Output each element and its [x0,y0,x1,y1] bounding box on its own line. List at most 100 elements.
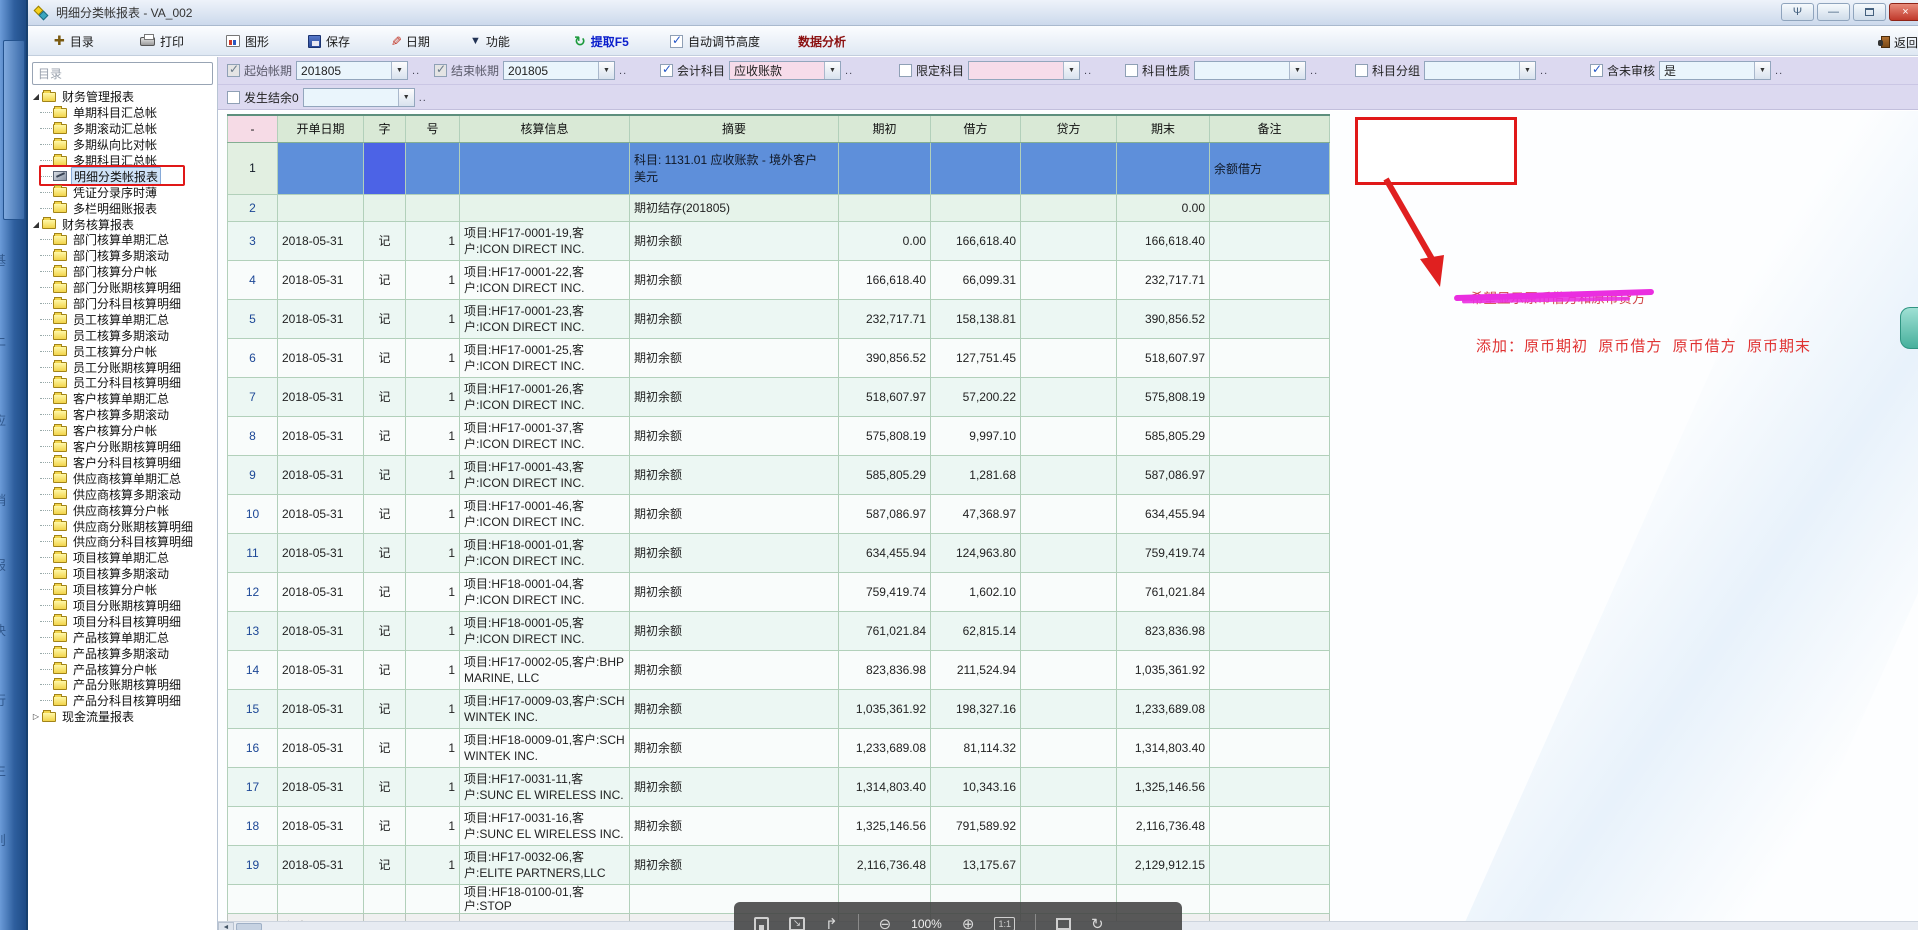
tree-item[interactable]: 部门核算单期汇总 [30,232,217,248]
tree-item[interactable]: 客户核算单期汇总 [30,391,217,407]
tree-item[interactable]: 员工分科目核算明细 [30,375,217,391]
docked-side-strip[interactable]: 基 上 应 销 报 决 行 生 则 [0,0,28,930]
tree-item[interactable]: 部门分账期核算明细 [30,280,217,296]
column-header[interactable]: 期初 [839,115,931,142]
account-header-row[interactable]: 1科目: 1131.01 应收账款 - 境外客户美元余额借方 [228,142,1330,194]
limit-account-select[interactable]: ▼ [968,61,1080,80]
tree-item[interactable]: 产品分科目核算明细 [30,693,217,709]
catalog-search-box[interactable]: 目录 [32,62,213,85]
column-header[interactable]: 核算信息 [460,115,630,142]
table-row[interactable]: 92018-05-31记1项目:HF17-0001-43,客户:ICON DIR… [228,455,1330,494]
expand-icon[interactable]: ▷ [30,712,42,721]
account-select[interactable]: 应收账款▼ [729,61,841,80]
column-header[interactable]: 号 [406,115,460,142]
column-header[interactable]: 贷方 [1021,115,1117,142]
table-row[interactable]: 42018-05-31记1项目:HF17-0001-22,客户:ICON DIR… [228,260,1330,299]
tree-item[interactable]: 产品分账期核算明细 [30,677,217,693]
print-button[interactable]: 打印 [134,26,190,56]
auto-height-checkbox[interactable] [670,35,683,48]
table-row[interactable]: 62018-05-31记1项目:HF17-0001-25,客户:ICON DIR… [228,338,1330,377]
account-checkbox[interactable] [660,64,673,77]
tree-item[interactable]: 供应商分科目核算明细 [30,534,217,550]
tree-item[interactable]: 客户分科目核算明细 [30,454,217,470]
tree-item[interactable]: 项目核算分户帐 [30,582,217,598]
column-header[interactable]: 借方 [931,115,1021,142]
tree-item[interactable]: 员工核算多期滚动 [30,327,217,343]
start-period-checkbox[interactable] [227,64,240,77]
tree-group[interactable]: ◢财务核算报表 [30,216,217,232]
zero-balance-checkbox[interactable] [227,91,240,104]
opening-balance-row[interactable]: 2期初结存(201805)0.00 [228,194,1330,221]
account-nature-checkbox[interactable] [1125,64,1138,77]
export-icon[interactable]: ↘ [789,917,805,930]
data-analysis-button[interactable]: 数据分析 [792,26,852,56]
collapse-icon[interactable]: ◢ [30,92,42,101]
tree-item[interactable]: 项目分科目核算明细 [30,613,217,629]
tree-item[interactable]: 产品核算多期滚动 [30,645,217,661]
share-icon[interactable]: ↱ [825,915,838,930]
end-period-checkbox[interactable] [434,64,447,77]
tree-item[interactable]: 多期纵向比对帐 [30,137,217,153]
table-row[interactable]: 112018-05-31记1项目:HF18-0001-01,客户:ICON DI… [228,533,1330,572]
zero-balance-select[interactable]: ▼ [303,88,415,107]
table-row[interactable]: 102018-05-31记1项目:HF17-0001-46,客户:ICON DI… [228,494,1330,533]
tree-item[interactable]: 产品核算分户帐 [30,661,217,677]
zoom-out-icon[interactable]: ⊖ [879,915,892,930]
scroll-left-icon[interactable]: ◄ [218,922,234,930]
tree-item[interactable]: 员工分账期核算明细 [30,359,217,375]
tree-item[interactable]: 凭证分录序时薄 [30,184,217,200]
tree-item[interactable]: 项目分账期核算明细 [30,598,217,614]
limit-account-checkbox[interactable] [899,64,912,77]
include-unaudited-checkbox[interactable] [1590,64,1603,77]
edge-slide-tab[interactable] [1900,307,1918,349]
save-button[interactable]: 保存 [302,26,356,56]
end-period-select[interactable]: 201805▼ [503,61,615,80]
include-unaudited-select[interactable]: 是▼ [1659,61,1771,80]
maximize-button[interactable] [1853,3,1886,21]
table-row[interactable]: 172018-05-31记1项目:HF17-0031-11,客户:SUNC EL… [228,767,1330,806]
table-row[interactable]: 162018-05-31记1项目:HF18-0009-01,客户:SCH WIN… [228,728,1330,767]
tree-item[interactable]: 供应商核算多期滚动 [30,486,217,502]
zoom-in-icon[interactable]: ⊕ [962,915,975,930]
table-row[interactable]: 192018-05-31记1项目:HF17-0032-06,客户:ELITE P… [228,845,1330,884]
table-row[interactable]: 132018-05-31记1项目:HF18-0001-05,客户:ICON DI… [228,611,1330,650]
minimize-button[interactable]: — [1817,3,1850,21]
table-row[interactable]: 82018-05-31记1项目:HF17-0001-37,客户:ICON DIR… [228,416,1330,455]
tree-group[interactable]: ▷现金流量报表 [30,709,217,725]
tree-item[interactable]: 项目核算单期汇总 [30,550,217,566]
account-group-select[interactable]: ▼ [1424,61,1536,80]
tree-item[interactable]: 多栏明细账报表 [30,200,217,216]
actual-size-button[interactable]: 1:1 [994,917,1015,930]
tree-item[interactable]: 项目核算多期滚动 [30,566,217,582]
table-row[interactable]: 32018-05-31记1项目:HF17-0001-19,客户:ICON DIR… [228,221,1330,260]
table-row[interactable]: 152018-05-31记1项目:HF17-0009-03,客户:SCH WIN… [228,689,1330,728]
tree-item[interactable]: 多期滚动汇总帐 [30,121,217,137]
graph-button[interactable]: 图形 [220,26,275,56]
date-button[interactable]: ✎日期 [384,26,436,56]
tree-item[interactable]: 明细分类帐报表 [30,168,217,184]
tree-group[interactable]: ◢财务管理报表 [30,89,217,105]
tree-item[interactable]: 员工核算单期汇总 [30,311,217,327]
tree-item[interactable]: 部门核算分户帐 [30,264,217,280]
scrollbar-thumb[interactable] [236,923,262,930]
tree-item[interactable]: 产品核算单期汇总 [30,629,217,645]
tree-item[interactable]: 部门核算多期滚动 [30,248,217,264]
column-header[interactable]: - [228,115,278,142]
column-header[interactable]: 期末 [1117,115,1210,142]
tree-item[interactable]: 客户分账期核算明细 [30,439,217,455]
tools-button[interactable]: Ψ [1781,3,1814,21]
table-row[interactable]: 122018-05-31记1项目:HF18-0001-04,客户:ICON DI… [228,572,1330,611]
rotate-icon[interactable]: ↻ [1091,915,1104,930]
tree-item[interactable]: 客户核算分户帐 [30,423,217,439]
tree-item[interactable]: 供应商核算分户帐 [30,502,217,518]
table-row[interactable]: 52018-05-31记1项目:HF17-0001-23,客户:ICON DIR… [228,299,1330,338]
tree-item[interactable]: 供应商核算单期汇总 [30,470,217,486]
return-button[interactable]: 返回 [1881,31,1918,53]
close-button[interactable]: × [1889,3,1918,21]
auto-height-toggle[interactable]: 自动调节高度 [664,26,766,56]
table-row[interactable]: 72018-05-31记1项目:HF17-0001-26,客户:ICON DIR… [228,377,1330,416]
tree-item[interactable]: 部门分科目核算明细 [30,296,217,312]
fit-page-icon[interactable] [1056,918,1071,930]
tree-item[interactable]: 供应商分账期核算明细 [30,518,217,534]
table-row[interactable]: 182018-05-31记1项目:HF17-0031-16,客户:SUNC EL… [228,806,1330,845]
